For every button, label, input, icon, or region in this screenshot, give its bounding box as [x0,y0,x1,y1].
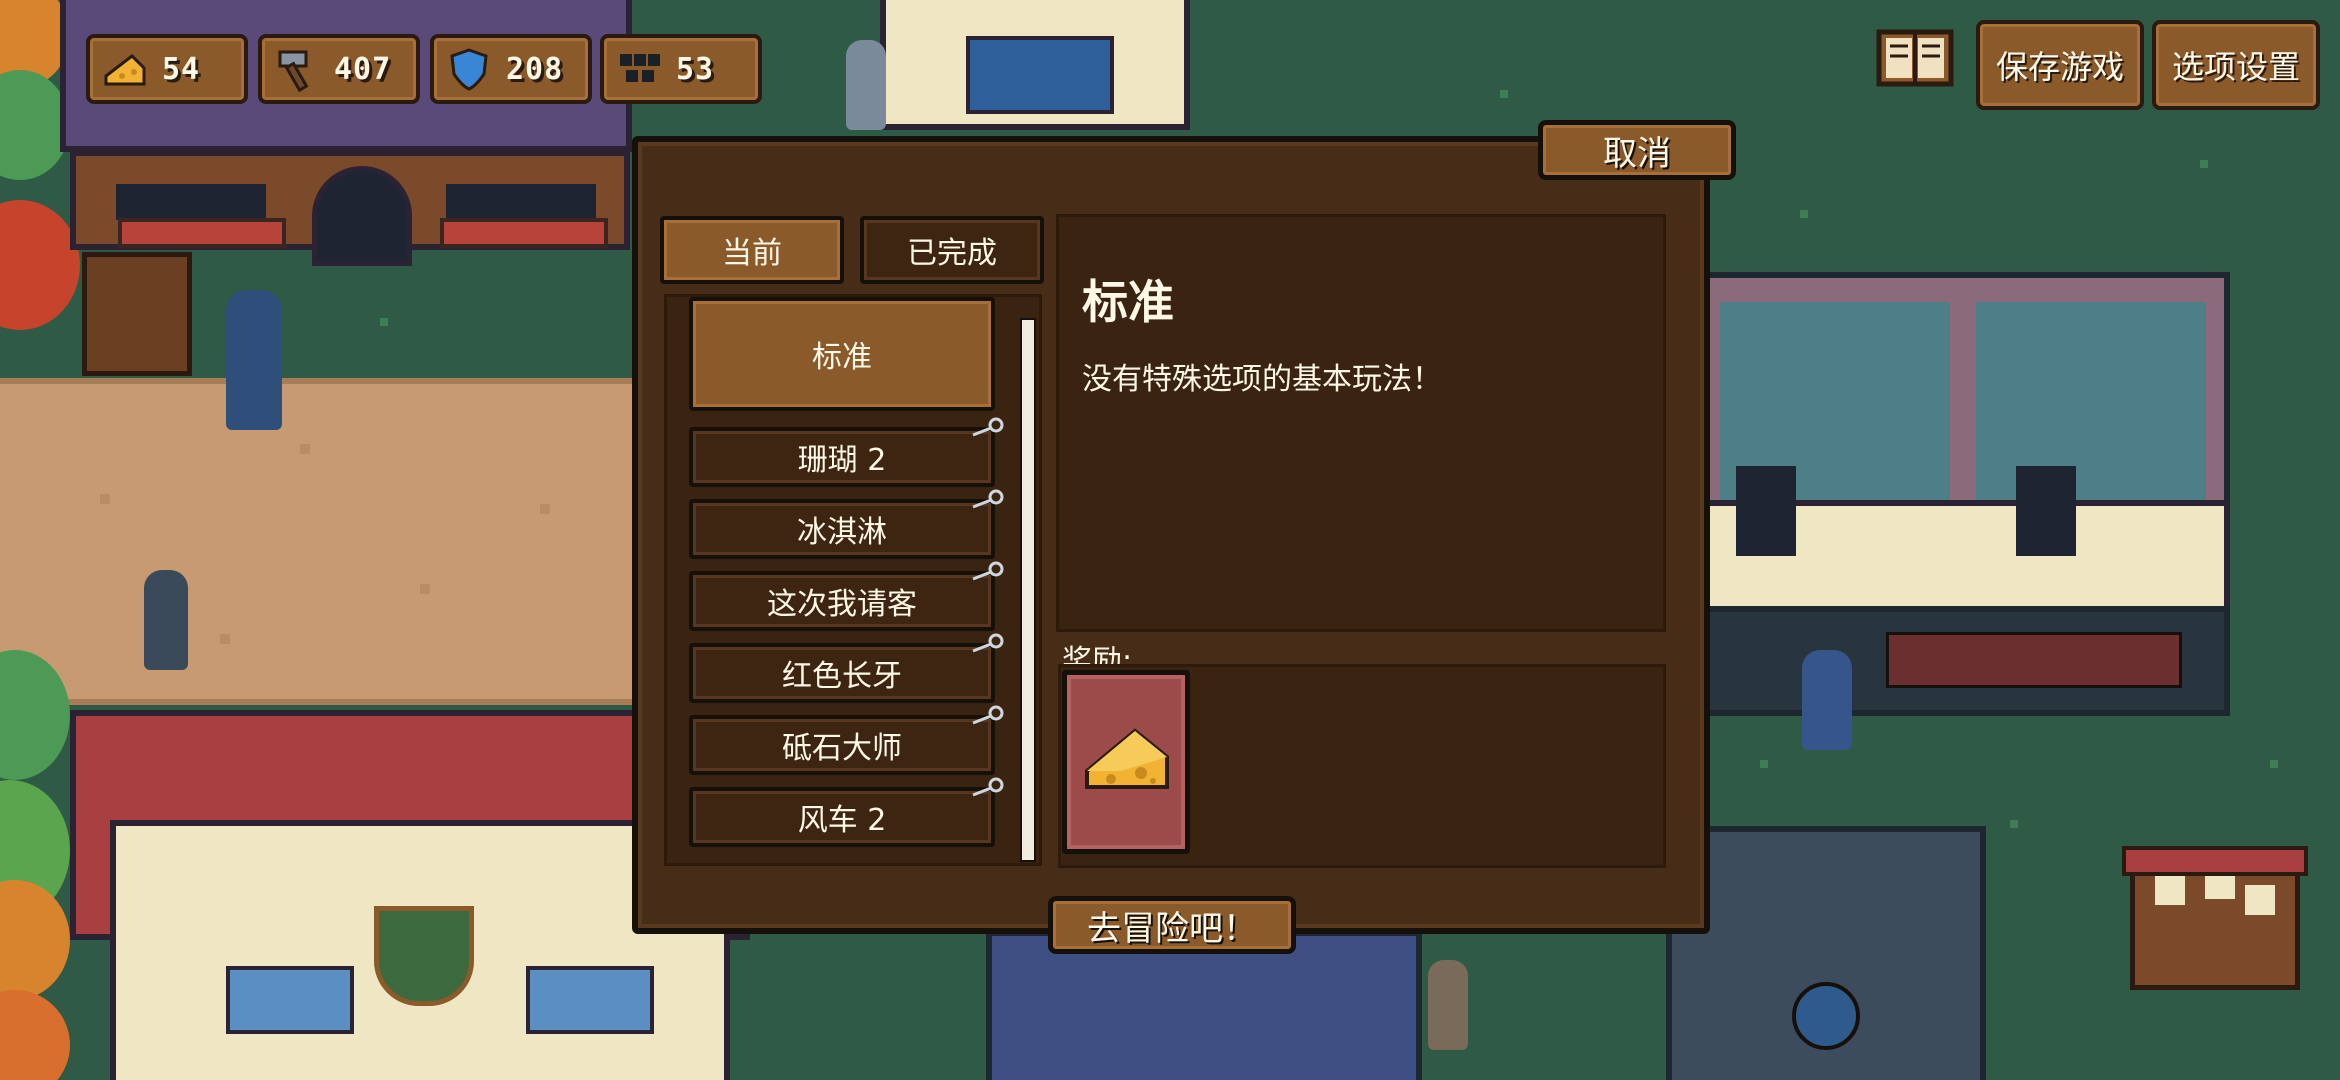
gems-icon [616,46,662,92]
list-item-coral-2[interactable]: 珊瑚 2 [689,417,1004,487]
journal-book-icon[interactable] [1876,26,1954,88]
key-icon [972,705,1004,725]
villager-character [1428,960,1468,1050]
greenhouse-wall [1700,466,2230,620]
resource-gems: 53 [600,34,762,104]
key-icon [972,417,1004,437]
grass-tuft [1760,760,1768,768]
greenhouse-base [1700,606,2230,716]
mode-title: 标准 [1082,275,1174,329]
list-item-label: 风车 2 [797,803,887,838]
grass-tuft [2010,820,2018,828]
grass-tuft [380,318,388,326]
start-adventure-button[interactable]: 去冒险吧！ [1048,896,1296,954]
key-icon [972,777,1004,797]
save-game-button[interactable]: 保存游戏 [1976,20,2144,110]
grass-tuft [1800,210,1808,218]
gems-count: 53 [676,51,715,87]
list-item-whetstone-master[interactable]: 砥石大师 [689,705,1004,775]
list-item-label: 冰淇淋 [797,515,887,550]
list-item-label: 珊瑚 2 [797,443,887,478]
flower-planter [118,218,286,248]
autumn-tree [0,990,70,1080]
tab-current[interactable]: 当前 [660,216,844,284]
list-item-label: 红色长牙 [782,659,902,694]
villager-character [1802,650,1852,750]
list-item-standard[interactable]: 标准 [689,297,995,411]
villager-character [846,40,886,130]
cheese-icon [102,46,148,92]
key-icon [972,561,1004,581]
cheese-count: 54 [162,51,201,87]
jewel-shop-building [880,0,1190,130]
list-item-ice-cream[interactable]: 冰淇淋 [689,489,1004,559]
mode-list: 标准 珊瑚 2 冰淇淋 这次我请客 红色长牙 砥石大师 风车 2 [664,294,1042,866]
resource-hammer: 407 [258,34,420,104]
list-scrollbar[interactable] [1020,318,1036,862]
hammer-count: 407 [334,51,392,87]
notice-board-roof [2122,846,2308,876]
flower-planter [440,218,608,248]
resource-cheese: 54 [86,34,248,104]
villager-character [226,290,282,430]
grass-tuft [2200,160,2208,168]
autumn-tree [0,880,70,1000]
mode-description: 没有特殊选项的基本玩法！ [1082,362,1442,397]
key-icon [972,489,1004,509]
grass-tuft [1500,90,1508,98]
list-item-red-tusk[interactable]: 红色长牙 [689,633,1004,703]
cheese-icon [1085,728,1169,789]
resource-shield: 208 [430,34,592,104]
hammer-icon [274,46,320,93]
list-item-label: 这次我请客 [767,587,917,622]
list-item-label: 砥石大师 [782,731,902,766]
villager-character [144,570,188,670]
key-icon [972,633,1004,653]
list-item-my-treat[interactable]: 这次我请客 [689,561,1004,631]
list-item-label: 标准 [812,340,872,375]
wooden-crate [82,252,192,376]
list-item-windmill-2[interactable]: 风车 2 [689,777,1004,847]
dirt-road [0,378,640,705]
tab-completed[interactable]: 已完成 [860,216,1044,284]
reward-card[interactable] [1062,670,1190,854]
cancel-button[interactable]: 取消 [1538,120,1736,180]
red-tree [0,200,80,330]
shield-count: 208 [506,51,564,87]
grass-tuft [2270,760,2278,768]
slate-roof-building [1666,826,1986,1080]
options-button[interactable]: 选项设置 [2152,20,2320,110]
shield-icon [446,46,492,92]
